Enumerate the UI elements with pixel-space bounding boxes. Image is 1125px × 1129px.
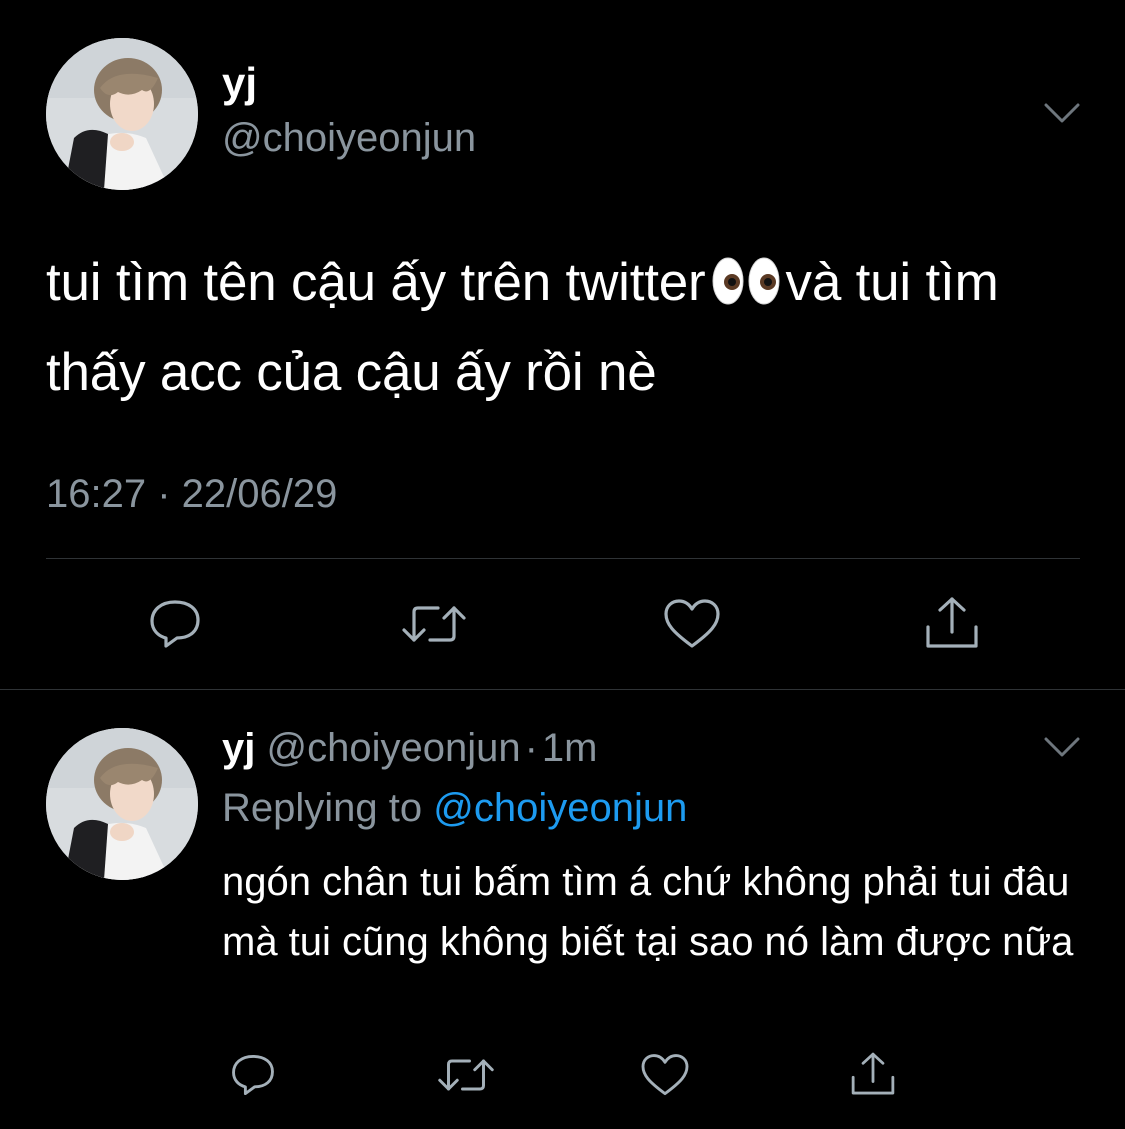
reply-avatar[interactable] bbox=[46, 728, 198, 880]
replying-to-mention[interactable]: @choiyeonjun bbox=[433, 786, 687, 830]
retweet-button[interactable] bbox=[400, 594, 468, 654]
share-button[interactable] bbox=[920, 592, 984, 654]
reply-text: ngón chân tui bấm tìm á chứ không phải t… bbox=[222, 860, 1074, 964]
avatar-photo bbox=[46, 38, 198, 190]
tweet-timestamp[interactable]: 16:27 · 22/06/29 bbox=[46, 474, 337, 514]
retweet-button[interactable] bbox=[436, 1050, 496, 1100]
author-handle[interactable]: @choiyeonjun bbox=[222, 118, 476, 158]
chevron-down-icon[interactable] bbox=[1044, 736, 1080, 758]
author-name[interactable]: yj bbox=[222, 62, 257, 104]
reply-icon bbox=[150, 600, 200, 648]
divider bbox=[0, 689, 1125, 690]
avatar-photo bbox=[46, 728, 198, 880]
reply-icon bbox=[232, 1054, 274, 1096]
like-icon bbox=[641, 1054, 689, 1096]
tweet-text: tui tìm tên cậu ấy trên twitter và tui t… bbox=[46, 238, 1096, 418]
tweet-text-part-1: tui tìm tên cậu ấy trên twitter bbox=[46, 253, 706, 312]
reply-header: yj @choiyeonjun · 1m bbox=[222, 728, 598, 768]
reply-button[interactable] bbox=[226, 1050, 280, 1100]
retweet-icon bbox=[438, 1059, 494, 1091]
separator-dot: · bbox=[524, 726, 538, 770]
share-button[interactable] bbox=[846, 1048, 900, 1100]
reply-author-name[interactable]: yj bbox=[222, 726, 255, 770]
replying-to-label: Replying to bbox=[222, 786, 423, 830]
retweet-icon bbox=[402, 606, 466, 642]
share-icon bbox=[926, 597, 978, 648]
avatar[interactable] bbox=[46, 38, 198, 190]
like-button[interactable] bbox=[638, 1050, 692, 1100]
chevron-down-icon[interactable] bbox=[1044, 102, 1080, 124]
reply-author-handle[interactable]: @choiyeonjun bbox=[266, 726, 520, 770]
like-button[interactable] bbox=[660, 594, 724, 654]
replying-to-line: Replying to @choiyeonjun bbox=[222, 788, 687, 828]
reply-button[interactable] bbox=[143, 594, 207, 654]
eyes-emoji-icon bbox=[712, 257, 780, 305]
reply-time[interactable]: 1m bbox=[542, 726, 598, 770]
share-icon bbox=[851, 1052, 895, 1095]
like-icon bbox=[664, 599, 720, 648]
divider bbox=[46, 558, 1080, 559]
